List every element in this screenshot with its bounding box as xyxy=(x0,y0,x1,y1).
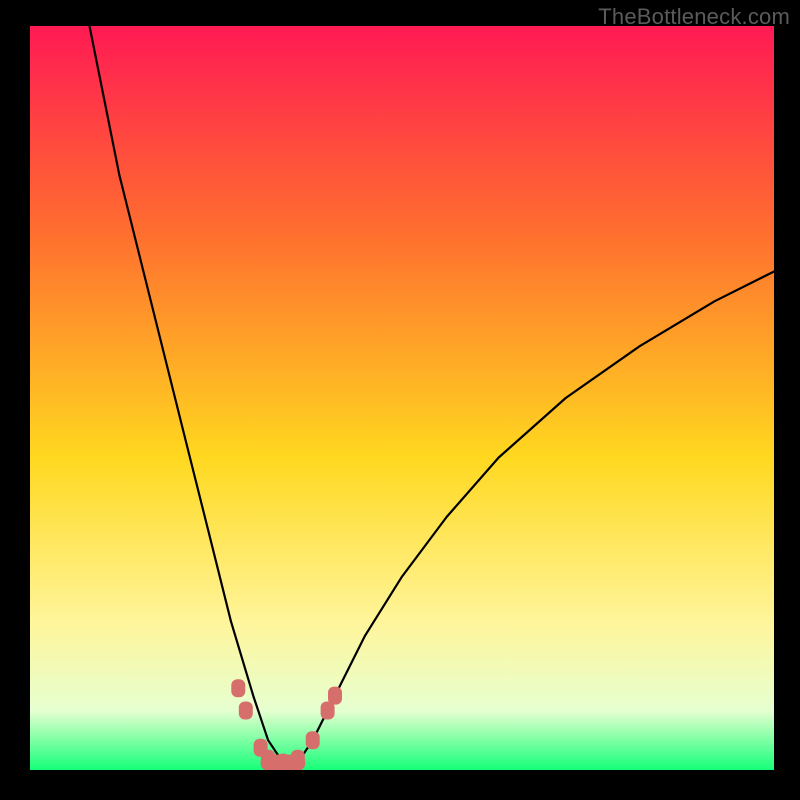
trough-marker xyxy=(306,731,320,749)
chart-frame: TheBottleneck.com xyxy=(0,0,800,800)
trough-marker xyxy=(328,687,342,705)
plot-area xyxy=(30,26,774,770)
trough-bar xyxy=(261,755,306,770)
trough-marker xyxy=(231,679,245,697)
trough-marker xyxy=(239,702,253,720)
gradient-background xyxy=(30,26,774,770)
chart-svg xyxy=(30,26,774,770)
